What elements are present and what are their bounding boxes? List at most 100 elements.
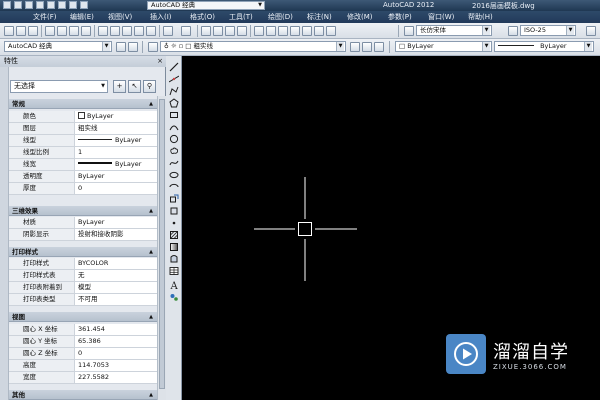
menu-help[interactable]: 帮助(H): [468, 12, 493, 22]
dim-style-select[interactable]: ISO-25 ▼: [520, 25, 576, 36]
polygon-icon[interactable]: [169, 98, 179, 108]
property-value[interactable]: 227.5582: [75, 372, 157, 383]
collapse-icon[interactable]: ▲: [149, 206, 153, 216]
rectangle-icon[interactable]: [169, 110, 179, 120]
property-value[interactable]: ByLayer: [75, 217, 157, 228]
menu-insert[interactable]: 插入(I): [150, 12, 172, 22]
property-value[interactable]: 0: [75, 183, 157, 194]
workspace-save-icon[interactable]: [128, 42, 138, 52]
menu-modify[interactable]: 修改(M): [347, 12, 373, 22]
property-row[interactable]: 圆心 Z 坐标 0: [9, 348, 157, 360]
scrollbar-thumb[interactable]: [159, 99, 165, 389]
revision-cloud-icon[interactable]: [169, 146, 179, 156]
property-row[interactable]: 图层 粗实线: [9, 123, 157, 135]
property-value[interactable]: 65.386: [75, 336, 157, 347]
property-row[interactable]: 透明度 ByLayer: [9, 171, 157, 183]
markup-icon[interactable]: [302, 26, 312, 36]
cut-icon[interactable]: [98, 26, 108, 36]
workspace-select[interactable]: AutoCAD 经典 ▼: [4, 41, 112, 52]
property-row[interactable]: 圆心 Y 坐标 65.386: [9, 336, 157, 348]
property-value[interactable]: ByLayer: [75, 171, 157, 182]
layer-previous-icon[interactable]: [362, 42, 372, 52]
menu-window[interactable]: 窗口(W): [428, 12, 454, 22]
ellipse-arc-icon[interactable]: [169, 182, 179, 192]
table-style-icon[interactable]: [586, 26, 596, 36]
workspace-switcher[interactable]: AutoCAD 经典 ▼: [147, 1, 265, 10]
layer-match-icon[interactable]: [374, 42, 384, 52]
section-3d-effects[interactable]: 三维效果 ▲: [9, 206, 157, 216]
palette-side-strip[interactable]: [0, 67, 9, 400]
property-value[interactable]: 114.7053: [75, 360, 157, 371]
menu-parametric[interactable]: 参数(P): [388, 12, 412, 22]
redo-icon[interactable]: [181, 26, 191, 36]
property-value[interactable]: ByLayer: [75, 135, 157, 146]
property-value[interactable]: 361.454: [75, 324, 157, 335]
region-icon[interactable]: [169, 254, 179, 264]
save-icon[interactable]: [25, 1, 33, 9]
print-icon[interactable]: [45, 26, 55, 36]
make-block-icon[interactable]: [169, 206, 179, 216]
property-row[interactable]: 厚度 0: [9, 183, 157, 195]
redo-icon[interactable]: [69, 1, 77, 9]
undo-icon[interactable]: [58, 1, 66, 9]
menu-format[interactable]: 格式(O): [190, 12, 215, 22]
toggle-pickadd-icon[interactable]: +: [113, 80, 126, 93]
section-view[interactable]: 视图 ▲: [9, 312, 157, 322]
tool-palettes-icon[interactable]: [278, 26, 288, 36]
save-icon[interactable]: [28, 26, 38, 36]
property-row[interactable]: 材质 ByLayer: [9, 217, 157, 229]
match-properties-icon[interactable]: [134, 26, 144, 36]
quick-select-icon[interactable]: ⚲: [143, 80, 156, 93]
new-icon[interactable]: [4, 26, 14, 36]
design-center-icon[interactable]: [266, 26, 276, 36]
property-value[interactable]: 投射和接收阴影: [75, 229, 157, 240]
property-value[interactable]: ByLayer: [75, 111, 157, 122]
property-row[interactable]: 线宽 ByLayer: [9, 159, 157, 171]
collapse-icon[interactable]: ▲: [149, 312, 153, 322]
menu-draw[interactable]: 绘图(D): [268, 12, 293, 22]
zoom-realtime-icon[interactable]: [213, 26, 223, 36]
add-selected-icon[interactable]: [169, 292, 179, 302]
menu-file[interactable]: 文件(F): [33, 12, 57, 22]
help-icon[interactable]: [326, 26, 336, 36]
property-row[interactable]: 圆心 X 坐标 361.454: [9, 324, 157, 336]
property-value[interactable]: 0: [75, 348, 157, 359]
zoom-window-icon[interactable]: [225, 26, 235, 36]
plot-icon[interactable]: [47, 1, 55, 9]
property-value[interactable]: 模型: [75, 282, 157, 293]
dim-style-icon[interactable]: [508, 26, 518, 36]
property-row[interactable]: 高度 114.7053: [9, 360, 157, 372]
undo-icon[interactable]: [163, 26, 173, 36]
pan-icon[interactable]: [201, 26, 211, 36]
ellipse-icon[interactable]: [169, 170, 179, 180]
arc-icon[interactable]: [169, 122, 179, 132]
layer-manager-icon[interactable]: [148, 42, 158, 52]
new-file-icon[interactable]: [3, 1, 11, 9]
save-as-icon[interactable]: [36, 1, 44, 9]
menu-dimension[interactable]: 标注(N): [307, 12, 332, 22]
property-value[interactable]: 1: [75, 147, 157, 158]
text-style-select[interactable]: 长仿宋体 ▼: [416, 25, 492, 36]
table-icon[interactable]: [169, 266, 179, 276]
collapse-icon[interactable]: ▲: [149, 247, 153, 257]
workspace-settings-icon[interactable]: [116, 42, 126, 52]
properties-icon[interactable]: [254, 26, 264, 36]
color-select[interactable]: □ ByLayer ▼: [395, 41, 492, 52]
property-row[interactable]: 线型比例 1: [9, 147, 157, 159]
property-row[interactable]: 阴影显示 投射和接收阴影: [9, 229, 157, 241]
3d-print-icon[interactable]: [81, 26, 91, 36]
point-icon[interactable]: [169, 218, 179, 228]
paste-icon[interactable]: [122, 26, 132, 36]
multiline-text-icon[interactable]: A: [169, 280, 179, 290]
property-row[interactable]: 颜色 ByLayer: [9, 111, 157, 123]
property-row[interactable]: 宽度 227.5582: [9, 372, 157, 384]
sheet-set-icon[interactable]: [290, 26, 300, 36]
property-row[interactable]: 打印表附着到 模型: [9, 282, 157, 294]
spline-icon[interactable]: [169, 158, 179, 168]
section-plot-style[interactable]: 打印样式 ▲: [9, 247, 157, 257]
close-icon[interactable]: ×: [157, 56, 163, 67]
circle-icon[interactable]: [169, 134, 179, 144]
property-row[interactable]: 打印样式表 无: [9, 270, 157, 282]
property-value[interactable]: ByLayer: [75, 159, 157, 170]
collapse-icon[interactable]: ▲: [149, 99, 153, 109]
